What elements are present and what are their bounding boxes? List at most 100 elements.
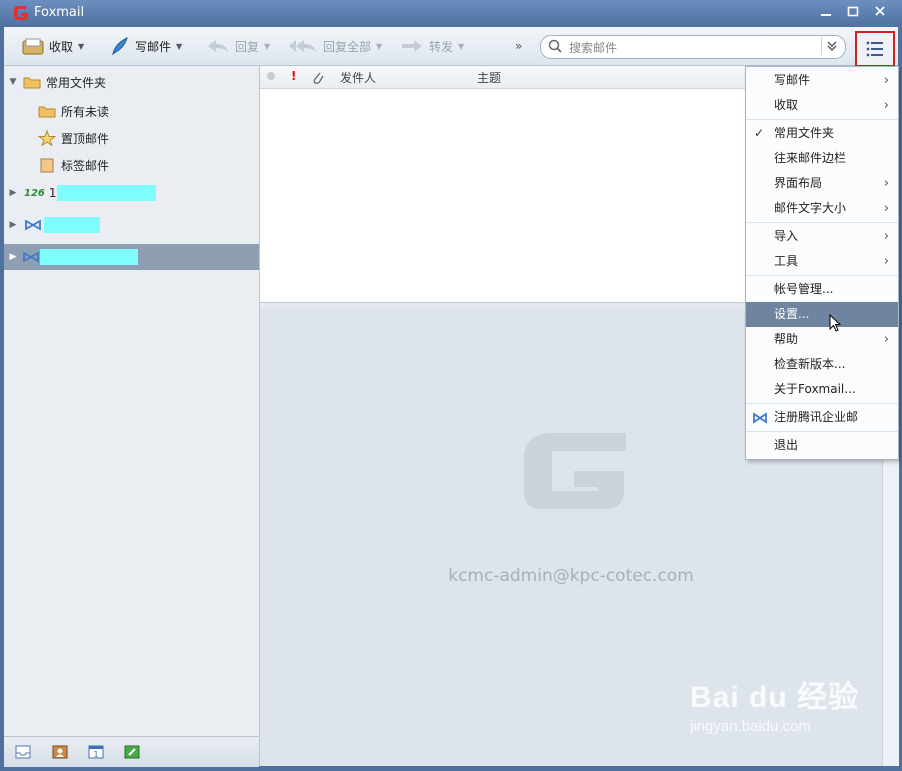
menu-item-label: 界面布局: [774, 176, 823, 190]
menu-separator: [746, 431, 898, 432]
watermark-url: jingyan.baidu.com: [690, 718, 811, 735]
menu-item-font-size[interactable]: 邮件文字大小 ›: [746, 196, 898, 221]
main-toolbar: 收取 ▼ 写邮件 ▼ 回复 ▼ 回复全部 ▼ 转发 ▼ » 搜索邮件: [4, 27, 898, 66]
forward-label: 转发: [429, 39, 454, 54]
menu-item-account-management[interactable]: 帐号管理...: [746, 277, 898, 302]
menu-item-label: 写邮件: [774, 73, 811, 87]
foxmail-logo-icon: [14, 6, 28, 20]
menu-item-label: 检查新版本...: [774, 357, 846, 371]
menu-item-label: 设置...: [774, 307, 810, 321]
read-status-icon[interactable]: [266, 71, 276, 81]
expanded-arrow-icon[interactable]: ▼: [8, 77, 18, 87]
menu-separator: [746, 119, 898, 120]
sidebar-item-label: 标签邮件: [61, 158, 110, 173]
star-icon: [38, 130, 56, 146]
reply-all-button[interactable]: 回复全部 ▼: [288, 36, 382, 56]
account-exmail-1[interactable]: ▶: [4, 212, 259, 238]
menu-item-label: 往来邮件边栏: [774, 151, 847, 165]
collapsed-arrow-icon[interactable]: ▶: [8, 252, 18, 262]
close-button[interactable]: [870, 4, 890, 22]
tencent-exmail-icon: [25, 219, 41, 231]
window-title: Foxmail: [34, 5, 85, 20]
chevron-right-icon: ›: [883, 332, 889, 347]
calendar-module-icon[interactable]: 1: [88, 745, 104, 759]
folder-icon: [38, 106, 56, 118]
menu-item-import[interactable]: 导入 ›: [746, 224, 898, 249]
menu-item-layout[interactable]: 界面布局 ›: [746, 171, 898, 196]
menu-item-about[interactable]: 关于Foxmail...: [746, 377, 898, 402]
menu-item-check-update[interactable]: 检查新版本...: [746, 352, 898, 377]
menu-item-label: 邮件文字大小: [774, 201, 847, 215]
search-options-button[interactable]: [821, 37, 844, 55]
collapsed-arrow-icon[interactable]: ▶: [8, 188, 18, 198]
menu-item-label: 关于Foxmail...: [774, 382, 856, 396]
redacted-account-name: [40, 249, 138, 265]
chevron-down-icon: ▼: [176, 41, 183, 51]
svg-text:1: 1: [94, 750, 99, 759]
common-folder-group[interactable]: ▼ 常用文件夹: [4, 69, 259, 95]
reply-all-label: 回复全部: [323, 39, 372, 54]
menu-item-label: 帮助: [774, 332, 799, 346]
menu-item-label: 退出: [774, 438, 799, 452]
account-exmail-2[interactable]: ▶: [4, 244, 259, 270]
account-email-label: kcmc-admin@kpc-cotec.com: [448, 566, 694, 586]
menu-item-compose[interactable]: 写邮件 ›: [746, 68, 898, 93]
sidebar-item-tagged[interactable]: 标签邮件: [4, 152, 259, 178]
forward-arrow-icon: [402, 40, 422, 52]
menu-item-common-folder[interactable]: ✓ 常用文件夹: [746, 121, 898, 146]
search-box[interactable]: 搜索邮件: [540, 35, 846, 59]
menu-item-tools[interactable]: 工具 ›: [746, 249, 898, 274]
search-input[interactable]: 搜索邮件: [569, 39, 617, 56]
mail-module-icon[interactable]: [15, 745, 31, 759]
feather-pen-icon: [112, 37, 128, 56]
checkmark-icon: ✓: [754, 126, 765, 140]
foxmail-watermark-logo: [524, 433, 626, 509]
tag-icon: [40, 158, 54, 173]
menu-item-help[interactable]: 帮助 ›: [746, 327, 898, 352]
compose-button[interactable]: 写邮件 ▼: [110, 36, 182, 56]
sidebar-item-all-unread[interactable]: 所有未读: [4, 98, 259, 124]
menu-item-settings[interactable]: 设置...: [746, 302, 898, 332]
menu-separator: [746, 403, 898, 404]
account-name: 1: [48, 186, 57, 200]
chevron-right-icon: ›: [883, 176, 889, 191]
redacted-account-name: [56, 185, 156, 201]
more-toolbar-button[interactable]: »: [515, 36, 522, 56]
folder-sidebar: ▼ 常用文件夹 所有未读 置顶邮件 标签邮件 ▶ 126 1 ▶ ▶: [4, 66, 260, 766]
receive-label: 收取: [49, 39, 74, 54]
chevron-right-icon: ›: [883, 73, 889, 88]
chevron-down-icon: ▼: [376, 41, 383, 51]
receive-button[interactable]: 收取 ▼: [22, 36, 84, 56]
contacts-module-icon[interactable]: [52, 745, 68, 759]
notes-module-icon[interactable]: [124, 745, 140, 759]
minimize-button[interactable]: [816, 4, 836, 22]
menu-item-receive[interactable]: 收取 ›: [746, 93, 898, 118]
sidebar-item-pinned[interactable]: 置顶邮件: [4, 125, 259, 151]
menu-item-exit[interactable]: 退出: [746, 433, 898, 458]
menu-item-register-exmail[interactable]: 注册腾讯企业邮: [746, 405, 898, 430]
menu-item-label: 帐号管理...: [774, 282, 834, 296]
reply-label: 回复: [235, 39, 260, 54]
menu-item-label: 收取: [774, 98, 799, 112]
main-menu-button[interactable]: [855, 31, 895, 67]
account-126[interactable]: ▶ 126 1: [4, 180, 259, 206]
sidebar-item-label: 所有未读: [61, 104, 110, 119]
collapsed-arrow-icon[interactable]: ▶: [8, 220, 18, 230]
common-folder-label: 常用文件夹: [46, 75, 107, 90]
menu-item-contacts-sidebar[interactable]: 往来邮件边栏: [746, 146, 898, 171]
chevron-right-icon: ›: [883, 98, 889, 113]
sidebar-item-label: 置顶邮件: [61, 131, 110, 146]
title-bar: Foxmail: [0, 0, 902, 27]
inbox-tray-icon: [22, 38, 44, 55]
menu-item-label: 注册腾讯企业邮: [774, 410, 859, 424]
chevron-down-icon: ▼: [458, 41, 465, 51]
menu-separator: [746, 222, 898, 223]
sender-column-header[interactable]: 发件人: [340, 69, 376, 86]
menu-list-icon: [866, 41, 883, 57]
priority-icon[interactable]: !: [291, 69, 296, 83]
subject-column-header[interactable]: 主题: [477, 69, 501, 86]
reply-button[interactable]: 回复 ▼: [206, 36, 270, 56]
maximize-button[interactable]: [843, 4, 863, 22]
forward-button[interactable]: 转发 ▼: [400, 36, 464, 56]
attachment-icon[interactable]: [310, 69, 324, 85]
